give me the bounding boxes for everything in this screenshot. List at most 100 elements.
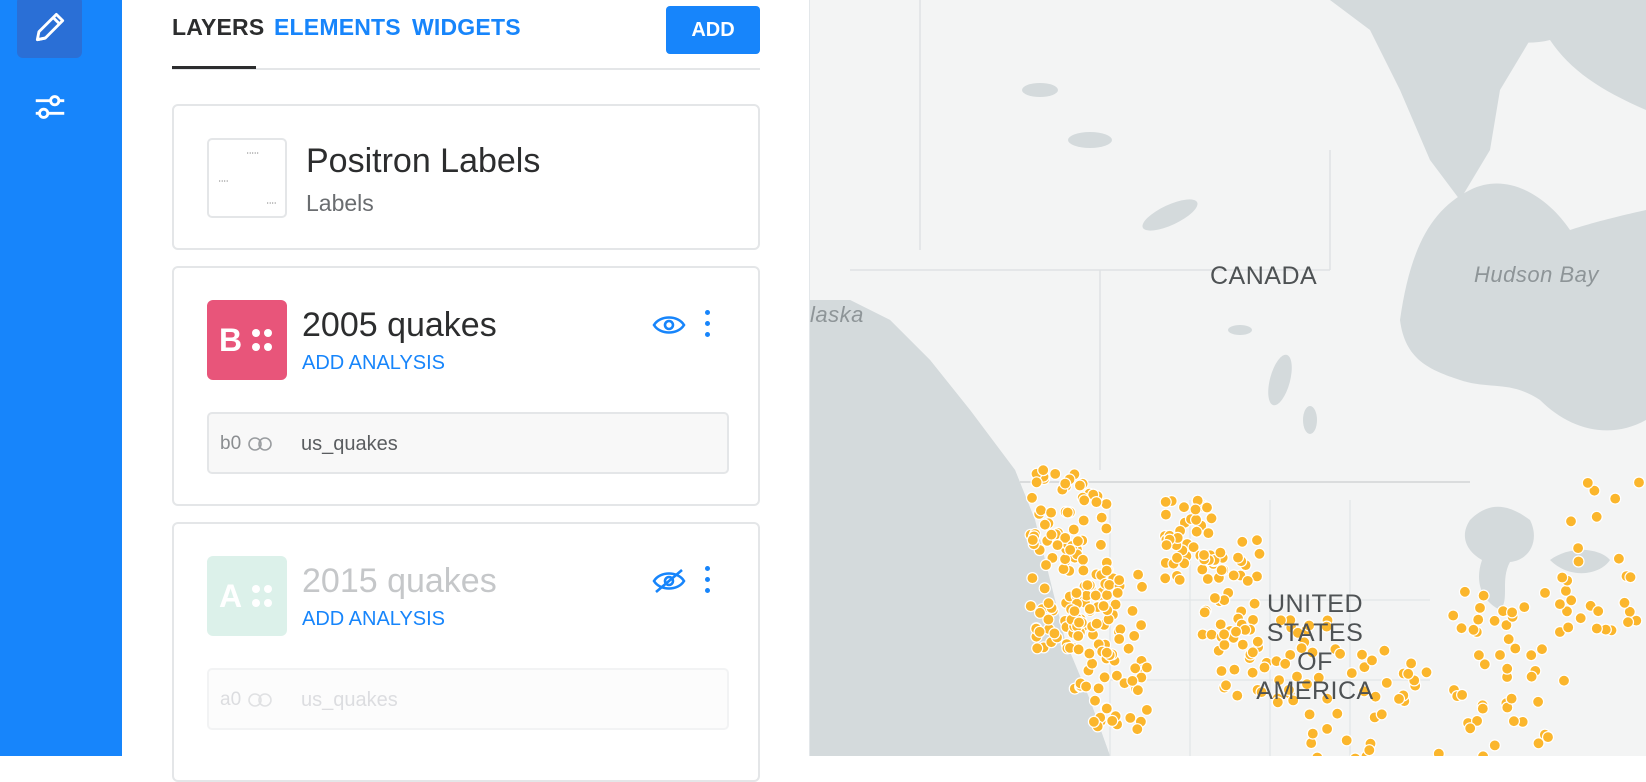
- quake-point[interactable]: [1477, 750, 1490, 756]
- quake-point[interactable]: [1590, 510, 1603, 523]
- quake-point[interactable]: [1106, 714, 1119, 728]
- quake-point[interactable]: [1562, 621, 1575, 634]
- quake-point[interactable]: [1078, 494, 1091, 507]
- source-node[interactable]: b0 us_quakes: [207, 412, 729, 474]
- quake-point[interactable]: [1042, 597, 1055, 610]
- source-node[interactable]: a0 us_quakes: [207, 668, 729, 730]
- quake-point[interactable]: [1201, 572, 1214, 586]
- add-analysis-link[interactable]: ADD ANALYSIS: [302, 352, 445, 375]
- quake-point[interactable]: [1477, 589, 1490, 602]
- quake-point[interactable]: [1025, 491, 1039, 504]
- quake-point[interactable]: [1375, 708, 1388, 721]
- quake-point[interactable]: [1170, 551, 1184, 564]
- quake-point[interactable]: [1070, 586, 1083, 600]
- quake-point[interactable]: [1215, 563, 1228, 577]
- quake-point[interactable]: [1097, 599, 1110, 613]
- quake-point[interactable]: [1173, 573, 1186, 587]
- quake-point[interactable]: [1064, 543, 1077, 557]
- tab-widgets[interactable]: WIDGETS: [412, 14, 521, 41]
- quake-point[interactable]: [1208, 591, 1221, 605]
- quake-point[interactable]: [1135, 618, 1148, 632]
- quake-point[interactable]: [1072, 629, 1085, 643]
- quake-point[interactable]: [1541, 730, 1555, 744]
- quake-point[interactable]: [1618, 596, 1631, 609]
- quake-point[interactable]: [1621, 616, 1635, 629]
- tab-elements[interactable]: ELEMENTS: [274, 14, 401, 41]
- quake-point[interactable]: [1624, 571, 1637, 584]
- quake-point[interactable]: [1095, 511, 1108, 524]
- quake-point[interactable]: [1488, 614, 1501, 627]
- quake-point[interactable]: [1455, 688, 1469, 702]
- quake-point[interactable]: [1122, 642, 1135, 655]
- quake-point[interactable]: [1250, 534, 1264, 547]
- quake-point[interactable]: [1080, 680, 1093, 693]
- quake-point[interactable]: [1200, 501, 1214, 514]
- quake-point[interactable]: [1612, 552, 1626, 565]
- quake-point[interactable]: [1581, 476, 1594, 489]
- quake-point[interactable]: [1140, 703, 1153, 717]
- quake-point[interactable]: [1086, 657, 1099, 670]
- layer-options-menu[interactable]: [702, 566, 712, 596]
- quake-point[interactable]: [1502, 633, 1515, 646]
- quake-point[interactable]: [1024, 599, 1037, 613]
- quake-point[interactable]: [1538, 586, 1552, 600]
- quake-point[interactable]: [1553, 597, 1567, 611]
- quake-point[interactable]: [1071, 535, 1084, 548]
- quake-point[interactable]: [1564, 515, 1578, 528]
- quake-point[interactable]: [1215, 664, 1228, 678]
- add-button[interactable]: ADD: [666, 6, 760, 54]
- layer-title[interactable]: 2015 quakes: [302, 562, 497, 601]
- quake-point[interactable]: [1045, 528, 1058, 541]
- quake-point[interactable]: [1098, 671, 1111, 684]
- quake-point[interactable]: [1037, 464, 1050, 477]
- quake-point[interactable]: [1214, 546, 1227, 559]
- quake-point[interactable]: [1402, 667, 1415, 680]
- quake-point[interactable]: [1420, 666, 1433, 679]
- quake-point[interactable]: [1159, 572, 1172, 585]
- quake-point[interactable]: [1190, 513, 1203, 526]
- quake-point[interactable]: [1049, 467, 1062, 480]
- quake-point[interactable]: [1190, 525, 1203, 538]
- quake-point[interactable]: [1472, 649, 1486, 662]
- quake-point[interactable]: [1518, 600, 1531, 614]
- quake-point[interactable]: [1532, 737, 1545, 750]
- add-analysis-link[interactable]: ADD ANALYSIS: [302, 608, 445, 631]
- map-view[interactable]: CANADA Hudson Bay laska UNITED STATES OF…: [810, 0, 1646, 756]
- quake-point[interactable]: [1197, 548, 1211, 562]
- quake-point[interactable]: [1076, 553, 1090, 566]
- quake-point[interactable]: [1103, 578, 1116, 592]
- quake-point[interactable]: [1574, 612, 1587, 625]
- quake-point[interactable]: [1467, 623, 1480, 636]
- quake-point[interactable]: [1026, 571, 1039, 585]
- quake-point[interactable]: [1131, 723, 1144, 736]
- quake-point[interactable]: [1159, 495, 1172, 508]
- quake-point[interactable]: [1219, 679, 1233, 692]
- quake-point[interactable]: [1100, 497, 1113, 511]
- quake-point[interactable]: [1432, 747, 1445, 756]
- quake-point[interactable]: [1033, 625, 1046, 638]
- quake-point[interactable]: [1083, 647, 1096, 660]
- quake-point[interactable]: [1087, 715, 1100, 728]
- quake-point[interactable]: [1476, 702, 1489, 715]
- quake-point[interactable]: [1111, 586, 1124, 600]
- quake-point[interactable]: [1038, 582, 1051, 595]
- quake-point[interactable]: [1557, 674, 1571, 687]
- quake-point[interactable]: [1088, 694, 1102, 707]
- quake-point[interactable]: [1509, 642, 1522, 655]
- layer-card[interactable]: A 2015 quakes ADD ANALYSIS a0 us_quakes: [172, 522, 760, 782]
- quake-point[interactable]: [1045, 506, 1058, 519]
- quake-point[interactable]: [1472, 613, 1485, 626]
- quake-point[interactable]: [1227, 569, 1240, 582]
- quake-point[interactable]: [1488, 739, 1501, 752]
- quake-point[interactable]: [1160, 538, 1173, 552]
- quake-point[interactable]: [1177, 501, 1191, 514]
- quake-point[interactable]: [1464, 722, 1477, 735]
- quake-point[interactable]: [1077, 514, 1090, 527]
- edit-button[interactable]: [17, 0, 82, 58]
- quake-point[interactable]: [1072, 616, 1086, 629]
- quake-point[interactable]: [1100, 564, 1113, 577]
- quake-point[interactable]: [1100, 588, 1114, 602]
- quake-point[interactable]: [1068, 604, 1081, 618]
- quake-point[interactable]: [1198, 606, 1211, 619]
- quake-point[interactable]: [1159, 508, 1172, 521]
